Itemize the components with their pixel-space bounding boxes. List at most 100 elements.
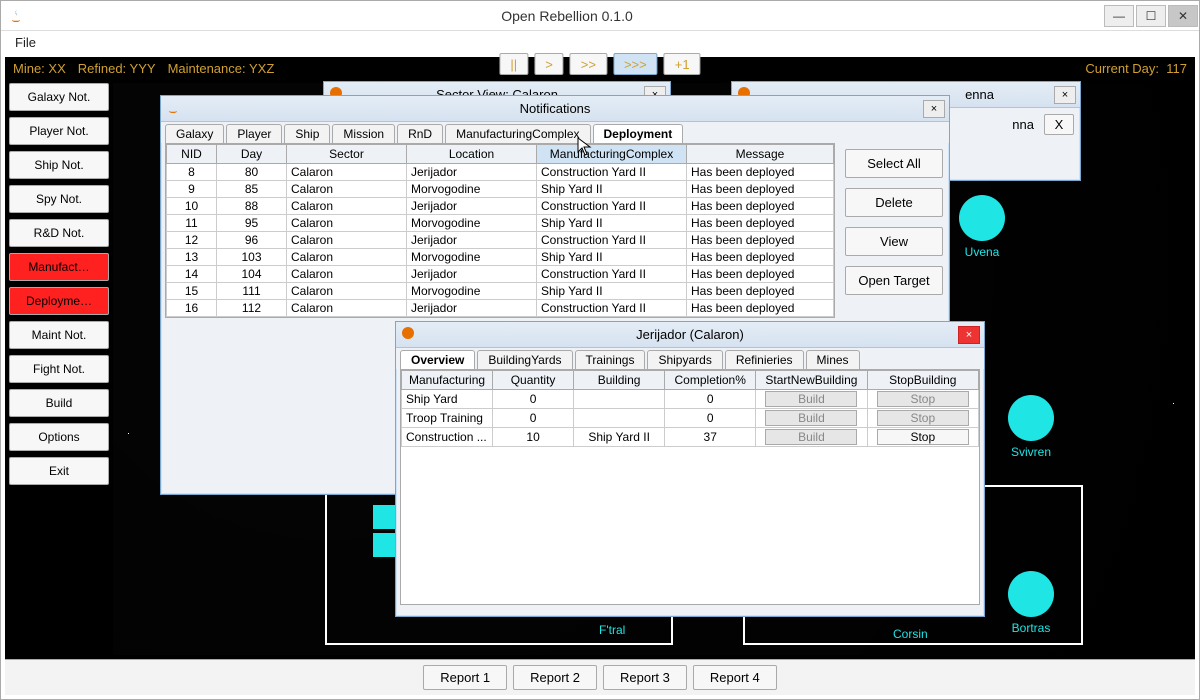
table-row[interactable]: Ship Yard00BuildStop	[402, 390, 979, 409]
game-area: Mine: XX Refined: YYY Maintenance: YXZ C…	[5, 57, 1195, 695]
report-2-button[interactable]: Report 2	[513, 665, 597, 690]
planet-close[interactable]: ×	[958, 326, 980, 344]
java-icon	[7, 7, 25, 25]
col-sector[interactable]: Sector	[287, 145, 407, 164]
open-target-button[interactable]: Open Target	[845, 266, 943, 295]
rnd-not-button[interactable]: R&D Not.	[9, 219, 109, 247]
tab-rnd[interactable]: RnD	[397, 124, 443, 143]
col-building[interactable]: Building	[574, 371, 665, 390]
mini-unit-2[interactable]	[373, 533, 397, 557]
spy-not-button[interactable]: Spy Not.	[9, 185, 109, 213]
deployme-button[interactable]: Deployme…	[9, 287, 109, 315]
planet-title: Jerijador (Calaron)	[422, 327, 958, 342]
tab-deployment[interactable]: Deployment	[593, 124, 684, 143]
table-row[interactable]: Troop Training00BuildStop	[402, 409, 979, 428]
fight-not-button[interactable]: Fight Not.	[9, 355, 109, 383]
status-refined: Refined: YYY	[78, 61, 156, 76]
table-row[interactable]: 1195CalaronMorvogodineShip Yard IIHas be…	[167, 215, 834, 232]
planet-tabs: Overview BuildingYards Trainings Shipyar…	[396, 348, 984, 369]
build-cell-button[interactable]: Build	[765, 391, 857, 407]
table-row[interactable]: 1296CalaronJerijadorConstruction Yard II…	[167, 232, 834, 249]
report-4-button[interactable]: Report 4	[693, 665, 777, 690]
status-bar: Mine: XX Refined: YYY Maintenance: YXZ C…	[5, 57, 1195, 79]
sector-enna-close[interactable]: ×	[1054, 86, 1076, 104]
speed-controls: || > >> >>> +1	[499, 53, 700, 75]
table-row[interactable]: 16112CalaronJerijadorConstruction Yard I…	[167, 300, 834, 317]
menu-bar: File	[1, 31, 1199, 55]
planet-svivren[interactable]	[1008, 395, 1054, 441]
col-manufacturing[interactable]: Manufacturing	[402, 371, 493, 390]
exit-button[interactable]: Exit	[9, 457, 109, 485]
tab-galaxy[interactable]: Galaxy	[165, 124, 224, 143]
window-controls: — ☐ ✕	[1103, 5, 1199, 27]
minimize-button[interactable]: —	[1104, 5, 1134, 27]
tab-overview[interactable]: Overview	[400, 350, 475, 369]
tab-mines[interactable]: Mines	[806, 350, 860, 369]
step-button[interactable]: +1	[664, 53, 701, 75]
left-panel: Galaxy Not. Player Not. Ship Not. Spy No…	[9, 83, 109, 485]
col-nid[interactable]: NID	[167, 145, 217, 164]
bottom-bar: Report 1 Report 2 Report 3 Report 4	[5, 659, 1195, 695]
sector-enna-x-button[interactable]: X	[1044, 114, 1074, 135]
ff-button[interactable]: >>	[570, 53, 607, 75]
galaxy-not-button[interactable]: Galaxy Not.	[9, 83, 109, 111]
planet-window[interactable]: Jerijador (Calaron) × Overview BuildingY…	[395, 321, 985, 617]
status-mine: Mine: XX	[13, 61, 66, 76]
report-1-button[interactable]: Report 1	[423, 665, 507, 690]
delete-button[interactable]: Delete	[845, 188, 943, 217]
app-window: Open Rebellion 0.1.0 — ☐ ✕ File Mine: XX…	[0, 0, 1200, 700]
col-quantity[interactable]: Quantity	[493, 371, 574, 390]
col-stop[interactable]: StopBuilding	[867, 371, 978, 390]
col-location[interactable]: Location	[407, 145, 537, 164]
options-button[interactable]: Options	[9, 423, 109, 451]
planet-table[interactable]: Manufacturing Quantity Building Completi…	[401, 370, 979, 447]
select-all-button[interactable]: Select All	[845, 149, 943, 178]
tab-manufacturing-complex[interactable]: ManufacturingComplex	[445, 124, 590, 143]
app-title: Open Rebellion 0.1.0	[31, 8, 1103, 24]
mini-unit-1[interactable]	[373, 505, 397, 529]
java-icon	[400, 325, 416, 344]
ship-not-button[interactable]: Ship Not.	[9, 151, 109, 179]
view-button[interactable]: View	[845, 227, 943, 256]
table-row[interactable]: 1088CalaronJerijadorConstruction Yard II…	[167, 198, 834, 215]
close-button[interactable]: ✕	[1168, 5, 1198, 27]
notifications-table[interactable]: NID Day Sector Location ManufacturingCom…	[166, 144, 834, 317]
table-row[interactable]: 14104CalaronJerijadorConstruction Yard I…	[167, 266, 834, 283]
java-icon	[165, 99, 181, 118]
table-row[interactable]: 985CalaronMorvogodineShip Yard IIHas bee…	[167, 181, 834, 198]
col-start[interactable]: StartNewBuilding	[756, 371, 867, 390]
stop-cell-button[interactable]: Stop	[877, 391, 969, 407]
table-row[interactable]: 880CalaronJerijadorConstruction Yard IIH…	[167, 164, 834, 181]
build-button[interactable]: Build	[9, 389, 109, 417]
fff-button[interactable]: >>>	[613, 53, 658, 75]
col-day[interactable]: Day	[217, 145, 287, 164]
notifications-close[interactable]: ×	[923, 100, 945, 118]
tab-ship[interactable]: Ship	[284, 124, 330, 143]
planet-uvena[interactable]	[959, 195, 1005, 241]
col-completion[interactable]: Completion%	[665, 371, 756, 390]
maint-not-button[interactable]: Maint Not.	[9, 321, 109, 349]
tab-trainings[interactable]: Trainings	[575, 350, 646, 369]
table-row[interactable]: Construction ...10Ship Yard II37BuildSto…	[402, 428, 979, 447]
tab-building-yards[interactable]: BuildingYards	[477, 350, 572, 369]
stop-cell-button[interactable]: Stop	[877, 429, 969, 445]
file-menu[interactable]: File	[7, 33, 44, 52]
col-message[interactable]: Message	[687, 145, 834, 164]
manufact-button[interactable]: Manufact…	[9, 253, 109, 281]
title-bar: Open Rebellion 0.1.0 — ☐ ✕	[1, 1, 1199, 31]
build-cell-button[interactable]: Build	[765, 429, 857, 445]
stop-cell-button[interactable]: Stop	[877, 410, 969, 426]
report-3-button[interactable]: Report 3	[603, 665, 687, 690]
tab-shipyards[interactable]: Shipyards	[647, 350, 722, 369]
maximize-button[interactable]: ☐	[1136, 5, 1166, 27]
col-mc[interactable]: ManufacturingComplex	[537, 145, 687, 164]
play-button[interactable]: >	[534, 53, 564, 75]
tab-player[interactable]: Player	[226, 124, 282, 143]
tab-refineries[interactable]: Refinieries	[725, 350, 804, 369]
tab-mission[interactable]: Mission	[332, 124, 395, 143]
player-not-button[interactable]: Player Not.	[9, 117, 109, 145]
table-row[interactable]: 13103CalaronMorvogodineShip Yard IIHas b…	[167, 249, 834, 266]
pause-button[interactable]: ||	[499, 53, 528, 75]
table-row[interactable]: 15111CalaronMorvogodineShip Yard IIHas b…	[167, 283, 834, 300]
build-cell-button[interactable]: Build	[765, 410, 857, 426]
